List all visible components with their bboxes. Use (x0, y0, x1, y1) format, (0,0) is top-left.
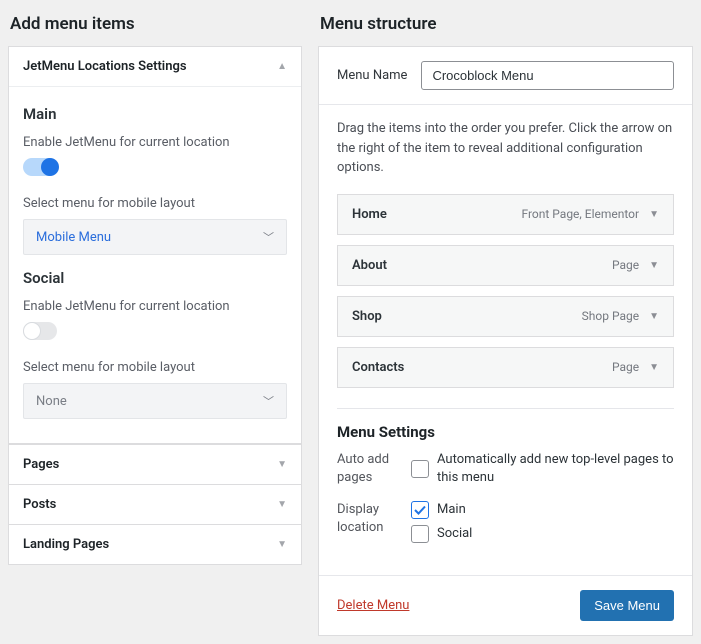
menu-item[interactable]: Contacts Page ▼ (337, 347, 674, 388)
menu-name-input[interactable] (421, 61, 674, 90)
caret-down-icon: ▼ (277, 499, 287, 510)
select-label-1: Select menu for mobile layout (23, 360, 287, 375)
panel-landing pages[interactable]: Landing Pages ▼ (9, 525, 301, 564)
chevron-down-icon: ﹀ (263, 229, 274, 245)
menu-structure-heading: Menu structure (320, 14, 693, 34)
menu-item-type: Page (612, 258, 639, 272)
mobile-menu-select-1[interactable]: None ﹀ (23, 383, 287, 419)
location-checkbox[interactable]: Main (411, 501, 674, 519)
caret-down-icon[interactable]: ▼ (649, 362, 659, 373)
panel-posts[interactable]: Posts ▼ (9, 485, 301, 524)
menu-item-title: Shop (352, 309, 582, 324)
caret-down-icon[interactable]: ▼ (649, 260, 659, 271)
auto-add-label: Auto add pages (337, 451, 411, 487)
delete-menu-link[interactable]: Delete Menu (337, 598, 409, 613)
menu-item-type: Shop Page (582, 309, 639, 323)
menu-item[interactable]: Shop Shop Page ▼ (337, 296, 674, 337)
instructions-text: Drag the items into the order you prefer… (337, 119, 674, 178)
caret-down-icon: ▼ (277, 459, 287, 470)
caret-up-icon: ▲ (277, 61, 287, 72)
select-label-0: Select menu for mobile layout (23, 196, 287, 211)
menu-item-title: About (352, 258, 612, 273)
menu-name-label: Menu Name (337, 68, 407, 83)
enable-label-1: Enable JetMenu for current location (23, 299, 287, 314)
menu-item[interactable]: Home Front Page, Elementor ▼ (337, 194, 674, 235)
auto-add-option-text: Automatically add new top-level pages to… (437, 451, 674, 487)
jetmenu-panel-toggle[interactable]: JetMenu Locations Settings ▲ (9, 47, 301, 86)
mobile-menu-select-0[interactable]: Mobile Menu ﹀ (23, 219, 287, 255)
enable-toggle-0[interactable] (23, 158, 57, 176)
menu-frame: Menu Name Drag the items into the order … (318, 46, 693, 636)
select-value-1: None (36, 394, 67, 409)
menu-settings-heading: Menu Settings (337, 423, 674, 441)
chevron-down-icon: ﹀ (263, 393, 274, 409)
location-checkbox[interactable]: Social (411, 525, 674, 543)
menu-item-title: Contacts (352, 360, 612, 375)
menu-item-type: Page (612, 360, 639, 374)
menu-item-title: Home (352, 207, 521, 222)
caret-down-icon[interactable]: ▼ (649, 209, 659, 220)
location-label: Social (437, 525, 472, 543)
jetmenu-panel-title: JetMenu Locations Settings (23, 59, 187, 74)
select-value-0: Mobile Menu (36, 230, 111, 245)
panel-pages[interactable]: Pages ▼ (9, 445, 301, 484)
location-heading-1: Social (23, 269, 287, 287)
menu-item[interactable]: About Page ▼ (337, 245, 674, 286)
display-location-label: Display location (337, 501, 411, 537)
menu-item-type: Front Page, Elementor (521, 207, 639, 221)
add-items-heading: Add menu items (10, 14, 302, 34)
location-heading-0: Main (23, 105, 287, 123)
location-label: Main (437, 501, 466, 519)
jetmenu-panel: JetMenu Locations Settings ▲ Main Enable… (8, 46, 302, 444)
caret-down-icon: ▼ (277, 539, 287, 550)
divider (337, 408, 674, 409)
auto-add-checkbox[interactable]: Automatically add new top-level pages to… (411, 451, 674, 487)
enable-label-0: Enable JetMenu for current location (23, 135, 287, 150)
enable-toggle-1[interactable] (23, 322, 57, 340)
caret-down-icon[interactable]: ▼ (649, 311, 659, 322)
